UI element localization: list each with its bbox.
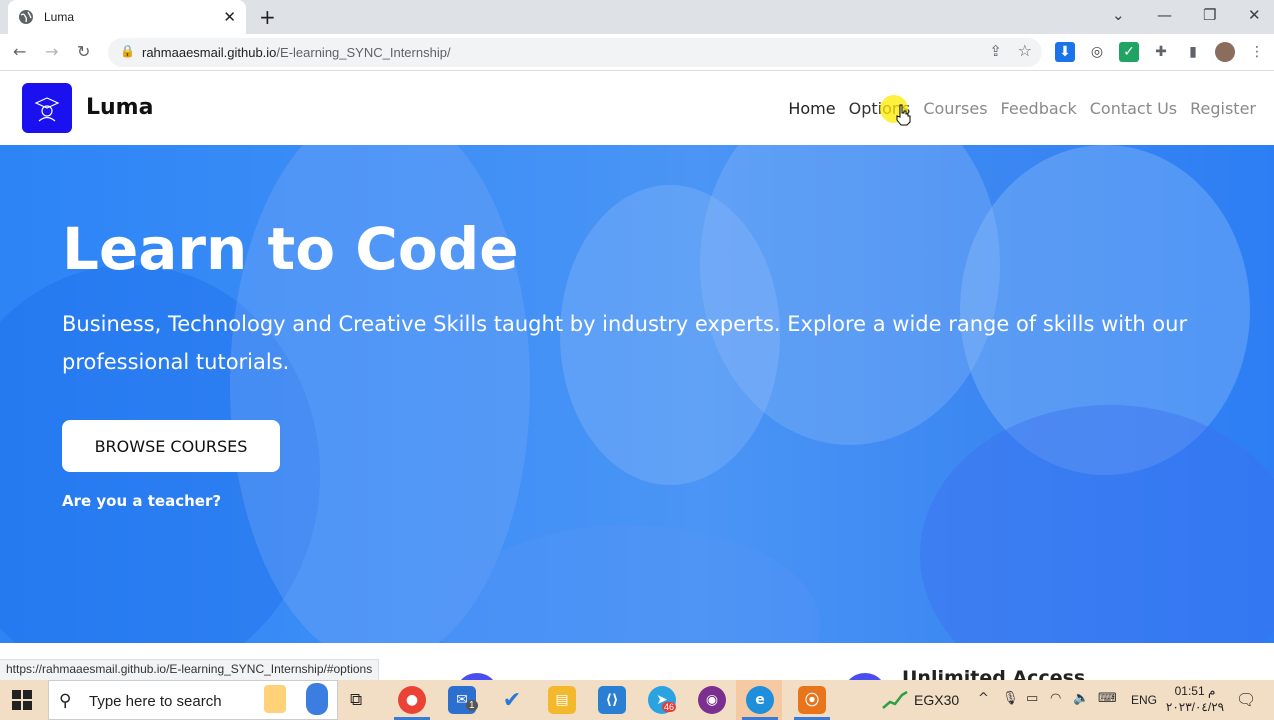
nav-home[interactable]: Home (788, 99, 835, 118)
status-bar-url: https://rahmaaesmail.github.io/E-learnin… (0, 659, 380, 680)
restore-icon[interactable]: ❐ (1203, 6, 1216, 24)
feature-icon (843, 673, 887, 680)
feature-icon (455, 673, 499, 680)
site-brand[interactable]: Luma (86, 95, 153, 120)
grammar-extension-icon[interactable]: ✓ (1119, 42, 1139, 62)
profile-avatar[interactable] (1215, 42, 1235, 62)
browser-tab[interactable]: Luma ✕ (8, 0, 246, 34)
graduate-icon (34, 97, 60, 122)
site-nav: Home Options Courses Feedback Contact Us… (788, 99, 1256, 118)
close-window-icon[interactable]: ✕ (1248, 6, 1261, 24)
telegram-badge: 46 (662, 702, 677, 712)
site-logo[interactable] (22, 83, 72, 133)
keyboard-icon[interactable]: ⌨ (1098, 691, 1117, 706)
hero-section: Learn to Code Business, Technology and C… (0, 145, 1274, 643)
clock-date: ٢٠٢٣/٠٤/٢٩ (1165, 700, 1225, 714)
wifi-icon[interactable]: ◠ (1050, 691, 1061, 706)
search-icon: ⚲ (59, 691, 72, 711)
microphone-icon[interactable]: 🎙 (1002, 691, 1019, 706)
reload-icon[interactable]: ↻ (77, 42, 90, 61)
url-input[interactable]: 🔒 rahmaaesmail.github.io/E-learning_SYNC… (108, 38, 1042, 67)
tray-expand-icon[interactable]: ^ (978, 691, 989, 706)
hand-cursor-icon (896, 104, 911, 126)
extensions-puzzle-icon[interactable]: ✚ (1151, 42, 1171, 62)
hero-subtitle: Business, Technology and Creative Skills… (62, 312, 1188, 374)
github-icon[interactable]: ◉ (698, 686, 726, 714)
nav-feedback[interactable]: Feedback (1001, 99, 1077, 118)
download-extension-icon[interactable]: ⬇ (1055, 42, 1075, 62)
side-panel-icon[interactable]: ▮ (1183, 42, 1203, 62)
browse-courses-button[interactable]: BROWSE COURSES (62, 420, 280, 472)
chrome-icon[interactable]: ● (398, 686, 426, 714)
edge-icon[interactable]: e (746, 686, 774, 714)
hero-photo-shape (920, 405, 1274, 643)
task-view-icon[interactable]: ⧉ (350, 690, 362, 710)
windows-start-icon[interactable] (12, 690, 32, 710)
nav-courses[interactable]: Courses (923, 99, 987, 118)
lock-icon[interactable]: 🔒 (120, 44, 135, 58)
volume-icon[interactable]: 🔈 (1073, 691, 1089, 706)
minimize-icon[interactable]: — (1157, 6, 1172, 24)
forward-icon[interactable]: → (45, 42, 58, 61)
taskbar-clock[interactable]: 01:51 م ٢٠٢٣/٠٤/٢٩ (1160, 683, 1230, 715)
browser-tab-bar: Luma ✕ + ⌄ — ❐ ✕ (0, 0, 1274, 34)
recorder-icon[interactable]: ⦿ (798, 686, 826, 714)
tab-title: Luma (44, 10, 75, 24)
browser-menu-icon[interactable]: ⋮ (1247, 42, 1267, 62)
teacher-link[interactable]: Are you a teacher? (62, 492, 221, 510)
url-host: rahmaaesmail.github.io (142, 45, 277, 60)
extension-icon[interactable]: ◎ (1087, 42, 1107, 62)
battery-icon[interactable]: ▭ (1026, 691, 1038, 706)
file-explorer-icon[interactable]: ▤ (548, 686, 576, 714)
taskbar-search-input[interactable]: ⚲ Type here to search (48, 680, 338, 720)
language-indicator[interactable]: ENG (1131, 693, 1157, 707)
tab-search-icon[interactable]: ⌄ (1112, 6, 1125, 24)
stock-label[interactable]: EGX30 (914, 692, 959, 708)
nav-contact-us[interactable]: Contact Us (1090, 99, 1177, 118)
nav-register[interactable]: Register (1190, 99, 1256, 118)
notification-icon[interactable]: 🗨 (1236, 690, 1256, 709)
taskbar-search-placeholder: Type here to search (89, 693, 222, 710)
new-tab-icon[interactable]: + (259, 5, 276, 29)
vscode-icon[interactable]: ⟨⟩ (598, 686, 626, 714)
url-text: rahmaaesmail.github.io/E-learning_SYNC_I… (142, 45, 451, 60)
tab-close-icon[interactable]: ✕ (223, 8, 236, 26)
share-icon[interactable]: ⇪ (989, 42, 1002, 60)
search-highlight-icon (306, 683, 328, 715)
site-header: Luma Home Options Courses Feedback Conta… (0, 71, 1274, 145)
stock-chart-icon[interactable] (882, 690, 908, 710)
back-icon[interactable]: ← (13, 42, 26, 61)
search-highlight-icon (264, 685, 286, 713)
globe-icon (19, 10, 33, 24)
bookmark-star-icon[interactable]: ☆ (1018, 41, 1032, 60)
feature-title: Unlimited Access (902, 667, 1086, 680)
address-toolbar: ← → ↻ 🔒 rahmaaesmail.github.io/E-learnin… (0, 34, 1274, 71)
todo-icon[interactable]: ✔ (498, 686, 526, 714)
hero-title: Learn to Code (62, 215, 519, 283)
url-path: /E-learning_SYNC_Internship/ (276, 45, 451, 60)
clock-time: 01:51 م (1174, 684, 1216, 698)
windows-taskbar: ⚲ Type here to search ⧉ ● ✉ 1 ✔ ▤ ⟨⟩ ➤ 4… (0, 680, 1274, 720)
mail-badge: 1 (466, 700, 478, 711)
